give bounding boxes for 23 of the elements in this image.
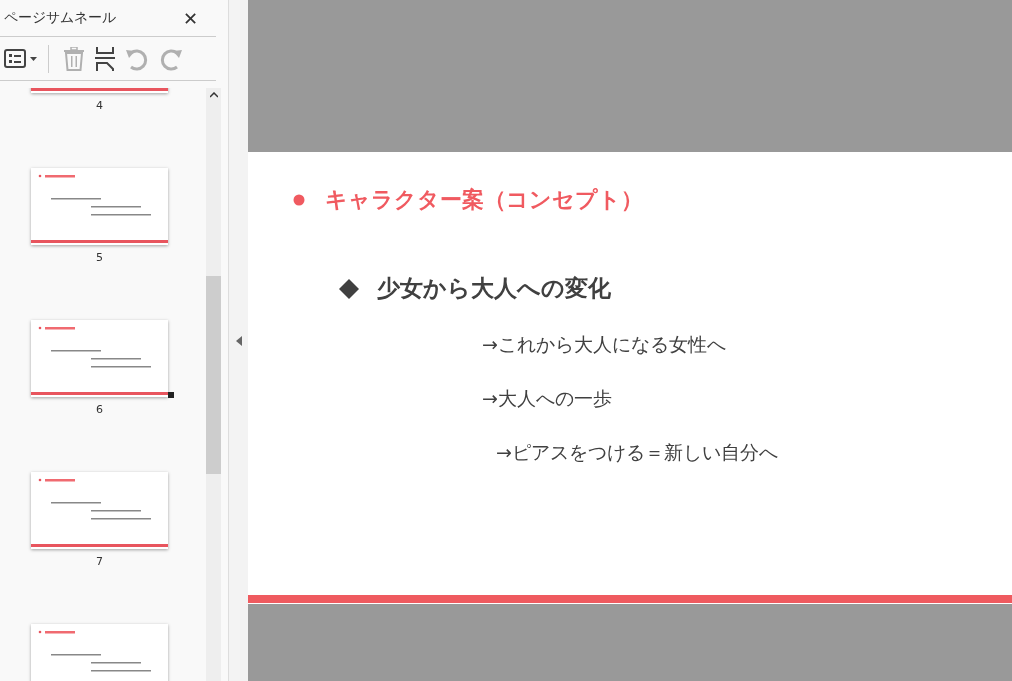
page-thumbnail[interactable]: [31, 320, 168, 397]
page-number: 5: [96, 251, 103, 264]
slide-text: →これから大人になる女性へ: [482, 332, 726, 357]
close-button[interactable]: ✕: [180, 7, 200, 29]
panel-title: ページサムネール: [4, 9, 116, 27]
collapse-handle[interactable]: [228, 0, 248, 681]
insert-page-icon[interactable]: [95, 46, 115, 71]
scroll-up-icon[interactable]: [209, 92, 218, 98]
slide-text: →大人への一歩: [482, 386, 612, 411]
page-thumbnail[interactable]: [31, 472, 168, 549]
page-thumbnail[interactable]: [31, 168, 168, 245]
page-thumbnail[interactable]: [31, 624, 168, 681]
page-number: 6: [96, 403, 103, 416]
page-number: 4: [96, 99, 103, 112]
slide-text: →ピアスをつける＝新しい自分へ: [496, 440, 778, 465]
options-menu-button[interactable]: [4, 47, 38, 70]
page-number: 7: [96, 555, 103, 568]
slide-heading: 少女から大人への変化: [377, 274, 611, 303]
diamond-bullet-icon: [339, 278, 359, 299]
scrollbar[interactable]: [206, 88, 221, 681]
slide-title: キャラクター案（コンセプト）: [325, 186, 643, 214]
bullet-icon: [293, 194, 305, 206]
resize-handle[interactable]: [168, 392, 174, 398]
